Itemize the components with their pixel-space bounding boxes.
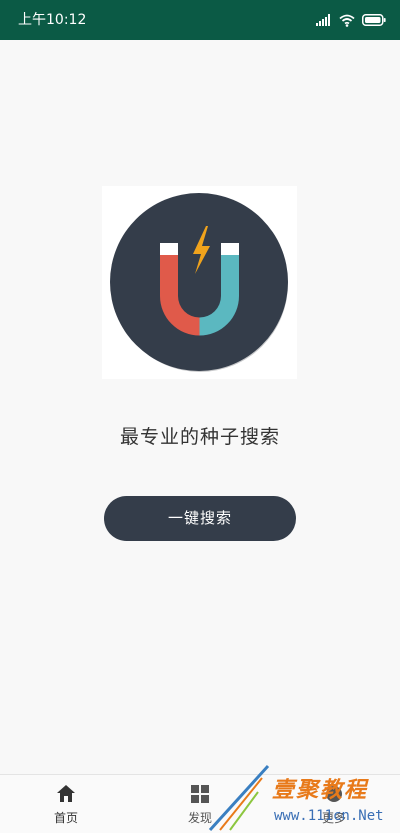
signal-icon [316,14,330,26]
wifi-icon [339,14,355,27]
magnet-bolt-logo [110,193,288,372]
main-content: 最专业的种子搜索 一键搜索 [0,40,400,774]
battery-icon [362,14,386,26]
watermark: 壹聚教程 www.111cn.Net [200,752,400,832]
app-logo [102,186,297,379]
home-icon [57,785,75,802]
status-bar: 上午10:12 [0,0,400,40]
slogan-text: 最专业的种子搜索 [119,426,280,448]
status-time: 上午10:12 [18,12,87,28]
watermark-url: www.111cn.Net [274,808,384,824]
nav-item-home[interactable]: 首页 [26,783,106,831]
one-click-search-button[interactable]: 一键搜索 [104,496,296,541]
nav-label-home: 首页 [53,811,78,825]
watermark-text: 壹聚教程 [272,778,369,803]
status-icons [316,11,386,29]
